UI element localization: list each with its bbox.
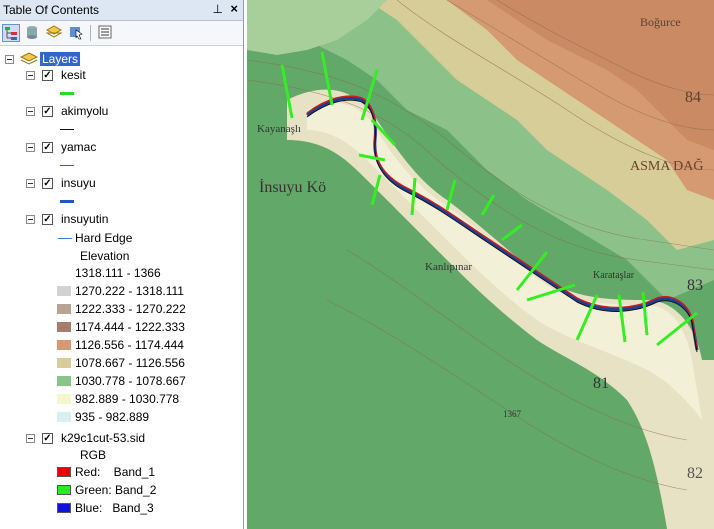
collapse-insuyu-icon[interactable] [26, 179, 35, 188]
options-icon[interactable] [97, 24, 115, 42]
layer-raster[interactable]: k29c1cut-53.sid [61, 429, 145, 447]
kesit-symbol [60, 92, 74, 95]
elevation-class-label: 935 - 982.889 [75, 410, 150, 424]
panel-title-bar: Table Of Contents ⊥ × [0, 0, 243, 21]
elevation-class-label: 1078.667 - 1126.556 [75, 356, 185, 370]
list-by-selection-icon[interactable] [68, 24, 86, 42]
band-label: Blue: Band_3 [75, 501, 154, 515]
map-label-82: 82 [687, 465, 703, 482]
collapse-raster-icon[interactable] [26, 434, 35, 443]
hard-edge-label: Hard Edge [75, 231, 133, 245]
layers-root-label: Layers [40, 52, 81, 66]
elevation-class-swatch [57, 358, 71, 368]
yamac-symbol [60, 165, 74, 166]
map-label-81: 81 [593, 375, 609, 392]
elevation-class-swatch [57, 286, 71, 296]
elevation-class-label: 1174.444 - 1222.333 [75, 320, 185, 334]
elevation-class-swatch [57, 340, 71, 350]
hard-edge-symbol [58, 238, 72, 239]
akimyolu-visibility-checkbox[interactable]: ✓ [42, 106, 53, 117]
toc-toolbar [0, 21, 243, 46]
map-label-kanlipinar: Kanlıpınar [425, 261, 472, 273]
layer-kesit[interactable]: kesit [61, 66, 86, 84]
map-label-asma-dag: ASMA DAĞ [630, 157, 704, 174]
elevation-class-label: 1126.556 - 1174.444 [75, 338, 184, 352]
elevation-class-swatch [57, 376, 71, 386]
elevation-class-label: 1270.222 - 1318.111 [75, 284, 184, 298]
map-label-1367: 1367 [503, 409, 522, 419]
band-swatch [57, 503, 71, 513]
map-view[interactable]: Boğurce 84 ASMA DAĞ Kayanaşlı İnsuyu Kö … [247, 0, 714, 529]
layer-kesit-label: kesit [61, 68, 86, 82]
elevation-class-swatch [57, 412, 71, 422]
layers-group-icon [19, 51, 39, 70]
layer-yamac[interactable]: yamac [61, 138, 96, 156]
band-label: Green: Band_2 [75, 483, 157, 497]
insuyutin-visibility-checkbox[interactable]: ✓ [42, 214, 53, 225]
close-icon[interactable]: × [230, 1, 238, 16]
kesit-visibility-checkbox[interactable]: ✓ [42, 70, 53, 81]
insuyu-visibility-checkbox[interactable]: ✓ [42, 178, 53, 189]
collapse-yamac-icon[interactable] [26, 143, 35, 152]
band-swatch [57, 485, 71, 495]
list-by-source-icon[interactable] [24, 24, 42, 42]
map-label-83: 83 [687, 277, 703, 294]
elevation-heading: Elevation [80, 249, 130, 263]
elevation-class-label: 1030.778 - 1078.667 [75, 374, 186, 388]
collapse-akimyolu-icon[interactable] [26, 107, 35, 116]
elevation-class-label: 982.889 - 1030.778 [75, 392, 180, 406]
layer-insuyutin[interactable]: insuyutin [61, 210, 108, 228]
toolbar-separator [90, 25, 91, 41]
layer-insuyu[interactable]: insuyu [61, 174, 96, 192]
raster-visibility-checkbox[interactable]: ✓ [42, 433, 53, 444]
list-by-drawing-order-icon[interactable] [2, 24, 20, 42]
map-label-84: 84 [685, 89, 701, 106]
collapse-layers-icon[interactable] [5, 55, 14, 64]
layer-yamac-label: yamac [61, 140, 97, 154]
layer-insuyu-label: insuyu [61, 176, 96, 190]
layer-insuyutin-label: insuyutin [61, 212, 109, 226]
map-canvas: Boğurce 84 ASMA DAĞ Kayanaşlı İnsuyu Kö … [247, 0, 714, 529]
map-label-bogurce: Boğurce [640, 15, 681, 29]
elevation-class-swatch [57, 394, 71, 404]
collapse-kesit-icon[interactable] [26, 71, 35, 80]
panel-title: Table Of Contents [3, 3, 100, 17]
yamac-visibility-checkbox[interactable]: ✓ [42, 142, 53, 153]
elevation-class-swatch [57, 304, 71, 314]
layer-akimyolu-label: akimyolu [61, 104, 109, 118]
map-label-insuyu: İnsuyu Kö [259, 178, 326, 196]
band-label: Red: Band_1 [75, 465, 156, 479]
akimyolu-symbol [60, 129, 74, 130]
insuyu-symbol [60, 200, 74, 203]
elevation-class-label: 1318.111 - 1366 [75, 266, 161, 280]
layer-akimyolu[interactable]: akimyolu [61, 102, 108, 120]
rgb-heading: RGB [80, 448, 107, 462]
band-swatch [57, 467, 71, 477]
layer-raster-label: k29c1cut-53.sid [61, 431, 146, 445]
pin-icon[interactable]: ⊥ [213, 2, 223, 16]
list-by-visibility-icon[interactable] [45, 24, 64, 42]
table-of-contents-panel: Table Of Contents ⊥ × Layers ✓ kesit ✓ a… [0, 0, 244, 529]
map-label-karataslar: Karataşlar [593, 270, 635, 281]
elevation-class-label: 1222.333 - 1270.222 [75, 302, 186, 316]
elevation-class-swatch [57, 322, 71, 332]
elevation-class-swatch [57, 268, 71, 278]
collapse-insuyutin-icon[interactable] [26, 215, 35, 224]
map-label-kayanasli: Kayanaşlı [257, 123, 301, 135]
